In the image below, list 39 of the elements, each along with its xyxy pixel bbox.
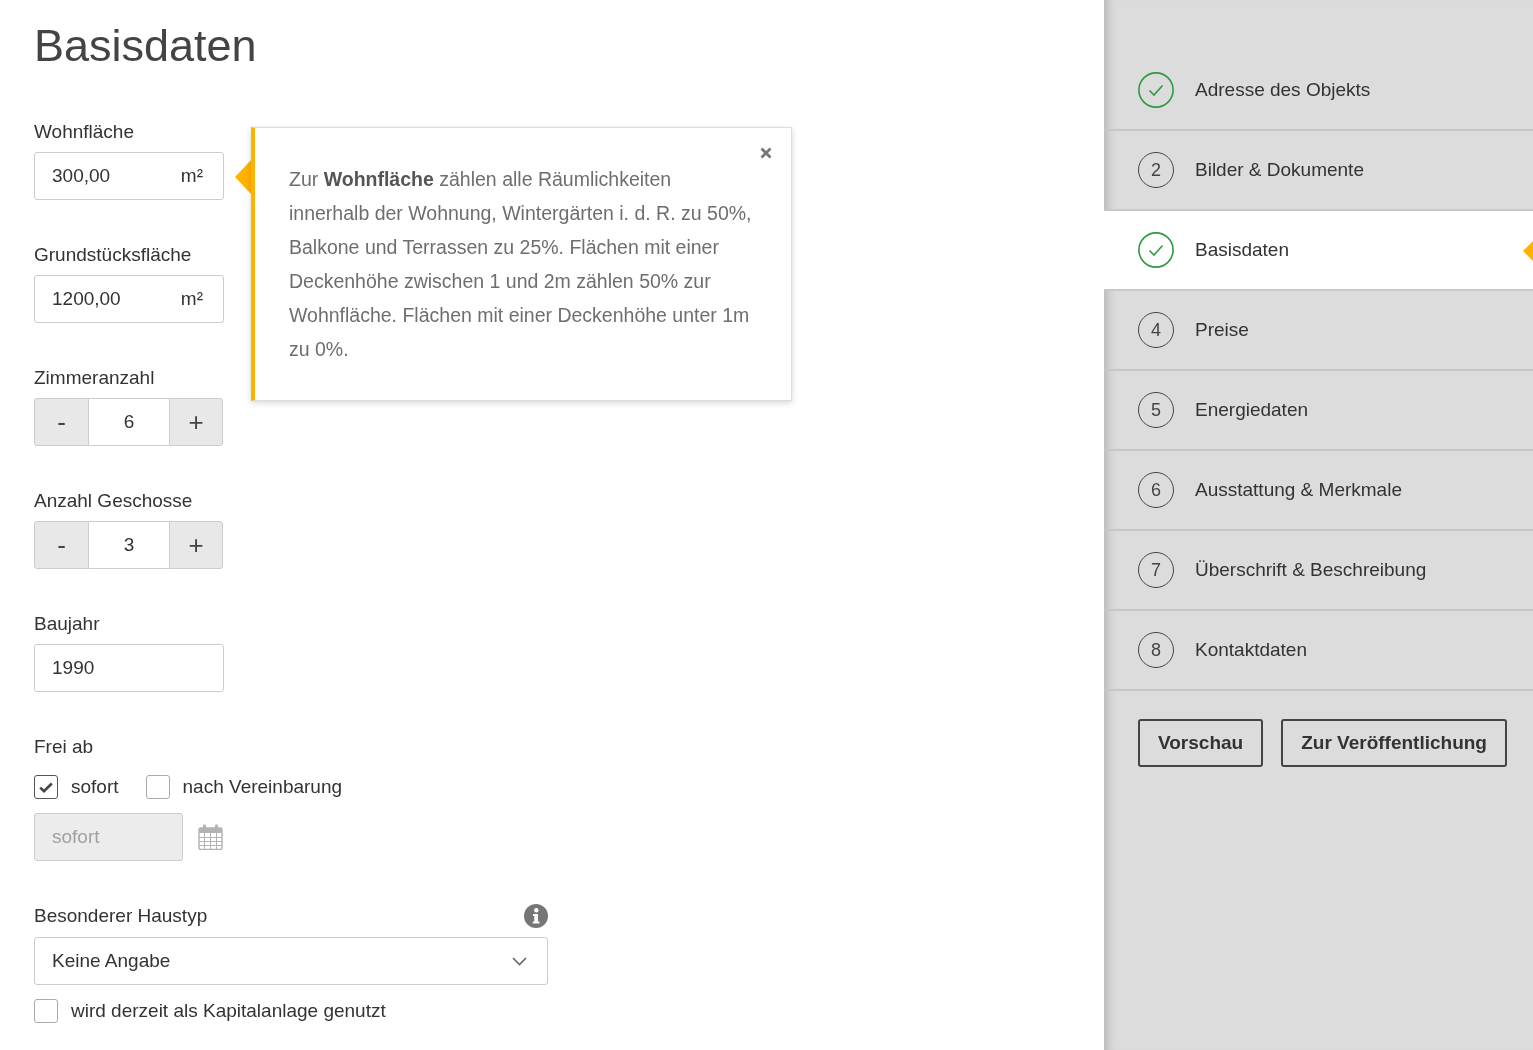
checkbox-label: wird derzeit als Kapitalanlage genutzt — [71, 1000, 386, 1022]
field-label: Zimmeranzahl — [34, 366, 155, 390]
field-label: Wohnfläche — [34, 120, 134, 144]
decrement-button[interactable]: - — [34, 521, 89, 569]
field-label: Baujahr — [34, 612, 100, 636]
unit-label: m² — [180, 165, 203, 187]
checkbox-label: nach Vereinbarung — [182, 776, 343, 798]
decrement-button[interactable]: - — [34, 398, 89, 446]
unit-label: m² — [180, 288, 203, 310]
field-label: Frei ab — [34, 735, 94, 759]
checkbox[interactable] — [34, 999, 58, 1023]
step-item[interactable]: Adresse des Objekts — [1104, 51, 1533, 131]
preview-button[interactable]: Vorschau — [1138, 719, 1264, 767]
step-item[interactable]: 7 Überschrift & Beschreibung — [1104, 531, 1533, 611]
tooltip-text: Zur Wohnfläche zählen alle Räumlichkeiten innerhalb der Wohnung, Wintergärten i. d. R. zu 50%, Balkone und Terrassen zu 25%. Flächen mit einer Deckenhöhe zwischen 1 und 2m zählen 50% zur Wohnfläche. Flächen mit einer Deckenhöhe unter 1m zu 0%. — [289, 167, 753, 362]
step-item[interactable]: 5 Energiedaten — [1104, 371, 1533, 451]
chevron-down-icon — [512, 956, 527, 966]
field-label: Besonderer Haustyp — [34, 904, 208, 928]
number-field[interactable]: 6 — [89, 398, 169, 446]
increment-button[interactable]: + — [169, 521, 223, 569]
dropdown[interactable]: Keine Angabe — [34, 937, 548, 985]
checkbox[interactable] — [145, 775, 170, 799]
checkbox-label: sofort — [71, 776, 119, 798]
step-item[interactable]: Basisdaten — [1104, 211, 1533, 291]
step-item[interactable]: 4 Preise — [1104, 291, 1533, 371]
step-item[interactable]: 6 Ausstattung & Merkmale — [1104, 451, 1533, 531]
selection-pointer-icon — [1523, 241, 1533, 261]
publish-button[interactable]: Zur Veröffentlichung — [1281, 719, 1507, 767]
checkbox[interactable] — [34, 775, 58, 799]
number-field[interactable]: 3 — [89, 521, 169, 569]
checkmark-icon — [39, 781, 53, 793]
page-title: Basisdaten — [34, 19, 257, 73]
info-icon[interactable] — [524, 904, 548, 928]
close-icon[interactable] — [760, 147, 772, 159]
step-item[interactable]: 8 Kontaktdaten — [1104, 611, 1533, 691]
field-label: Grundstücksfläche — [34, 243, 192, 267]
input-field[interactable]: 1990 — [34, 644, 224, 692]
increment-button[interactable]: + — [169, 398, 223, 446]
field-label: Anzahl Geschosse — [34, 489, 193, 513]
